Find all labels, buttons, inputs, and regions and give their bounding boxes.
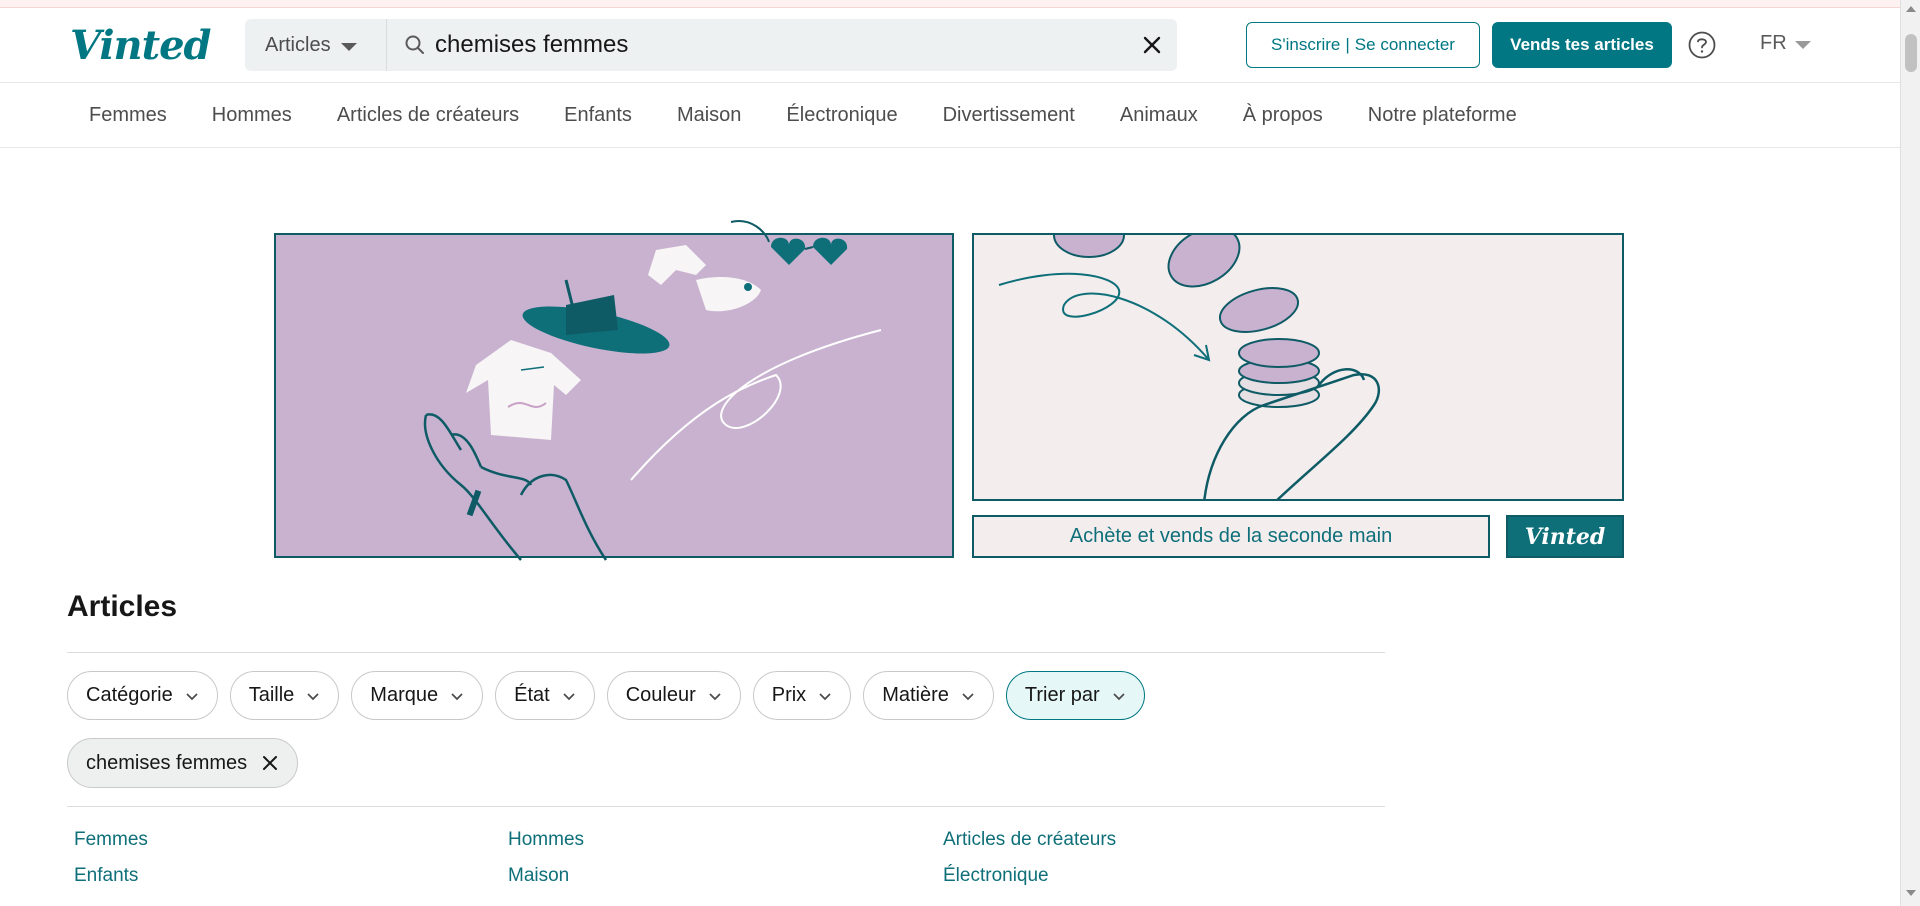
chevron-down-icon — [186, 692, 198, 700]
chevron-down-icon — [563, 692, 575, 700]
filter-label: Marque — [370, 684, 439, 706]
filter-label: Prix — [771, 684, 807, 706]
scrollbar-thumb[interactable] — [1905, 34, 1917, 72]
page-title: Articles — [67, 590, 178, 623]
filter-brand[interactable]: Marque — [351, 671, 484, 720]
filter-price[interactable]: Prix — [752, 671, 852, 720]
filter-label: Matière — [882, 684, 949, 706]
divider — [67, 652, 1385, 653]
filter-category[interactable]: Catégorie — [67, 671, 218, 720]
applied-tag-label: chemises femmes — [86, 751, 248, 774]
nav-item-a-propos[interactable]: À propos — [1243, 104, 1323, 127]
filter-sort-by[interactable]: Trier par — [1005, 671, 1145, 720]
category-link-electronique[interactable]: Électronique — [943, 865, 1049, 887]
filter-material[interactable]: Matière — [863, 671, 994, 720]
category-link-maison[interactable]: Maison — [508, 865, 569, 887]
nav-item-divertissement[interactable]: Divertissement — [943, 104, 1075, 127]
category-link-enfants[interactable]: Enfants — [74, 865, 138, 887]
signup-login-button[interactable]: S'inscrire | Se connecter — [1246, 22, 1480, 68]
nav-item-electronique[interactable]: Électronique — [786, 104, 897, 127]
chevron-down-icon — [819, 692, 831, 700]
category-link-createurs[interactable]: Articles de créateurs — [943, 829, 1116, 851]
page-scrollbar[interactable] — [1900, 0, 1920, 906]
nav-item-animaux[interactable]: Animaux — [1120, 104, 1198, 127]
header: Vinted Articles S'inscrire | Se connecte… — [0, 8, 1900, 83]
nav-item-hommes[interactable]: Hommes — [212, 104, 292, 127]
nav-item-createurs[interactable]: Articles de créateurs — [337, 104, 519, 127]
category-link-hommes[interactable]: Hommes — [508, 829, 584, 851]
search-type-label: Articles — [265, 33, 331, 56]
nav-item-enfants[interactable]: Enfants — [564, 104, 632, 127]
caret-down-icon — [1794, 41, 1811, 49]
language-selector[interactable]: FR — [1760, 32, 1811, 55]
filter-bar: Catégorie Taille Marque État Couleur Pri… — [67, 671, 1157, 720]
search-bar: Articles — [245, 19, 1177, 71]
applied-search-tag: chemises femmes — [67, 738, 299, 788]
close-icon[interactable] — [261, 754, 279, 772]
filter-color[interactable]: Couleur — [606, 671, 741, 720]
search-input[interactable] — [435, 27, 1115, 63]
auth-separator: | — [1345, 35, 1350, 54]
filter-label: Taille — [248, 684, 295, 706]
signup-link[interactable]: S'inscrire — [1271, 35, 1340, 55]
nav-item-plateforme[interactable]: Notre plateforme — [1368, 104, 1517, 127]
filter-label: Catégorie — [86, 684, 173, 706]
coins-hand-illustration — [998, 235, 1381, 499]
clothes-hand-illustration — [423, 245, 882, 561]
banner-illustration-right — [972, 233, 1624, 501]
filter-condition[interactable]: État — [495, 671, 595, 720]
category-link-femmes[interactable]: Femmes — [74, 829, 148, 851]
search-icon — [405, 35, 424, 54]
chevron-down-icon — [962, 692, 974, 700]
language-label: FR — [1760, 32, 1787, 54]
chevron-down-icon — [709, 692, 721, 700]
vinted-logo[interactable]: Vinted — [70, 22, 212, 69]
sell-items-button[interactable]: Vends tes articles — [1492, 22, 1672, 68]
top-accent-bar — [0, 0, 1900, 8]
chevron-down-icon — [307, 692, 319, 700]
chevron-down-icon — [451, 692, 463, 700]
search-type-dropdown[interactable]: Articles — [245, 19, 387, 71]
chevron-down-icon — [1113, 692, 1125, 700]
login-link[interactable]: Se connecter — [1355, 35, 1455, 55]
nav-item-femmes[interactable]: Femmes — [89, 104, 167, 127]
close-icon[interactable] — [1139, 32, 1165, 58]
filter-size[interactable]: Taille — [229, 671, 340, 720]
filter-label: Couleur — [625, 684, 696, 706]
banner-tagline: Achète et vends de la seconde main — [972, 515, 1490, 558]
category-nav: Femmes Hommes Articles de créateurs Enfa… — [0, 84, 1900, 148]
banner-vinted-logo: Vinted — [1506, 515, 1624, 558]
filter-label: Trier par — [1024, 684, 1100, 706]
nav-item-maison[interactable]: Maison — [677, 104, 741, 127]
help-icon[interactable] — [1687, 30, 1717, 60]
divider — [67, 806, 1385, 807]
filter-label: État — [514, 684, 550, 706]
scroll-up-arrow-icon[interactable] — [1906, 6, 1916, 12]
caret-down-icon — [340, 42, 357, 51]
sunglasses-illustration — [730, 220, 848, 265]
banner-illustration-left — [274, 220, 954, 561]
scroll-down-arrow-icon[interactable] — [1906, 890, 1916, 896]
